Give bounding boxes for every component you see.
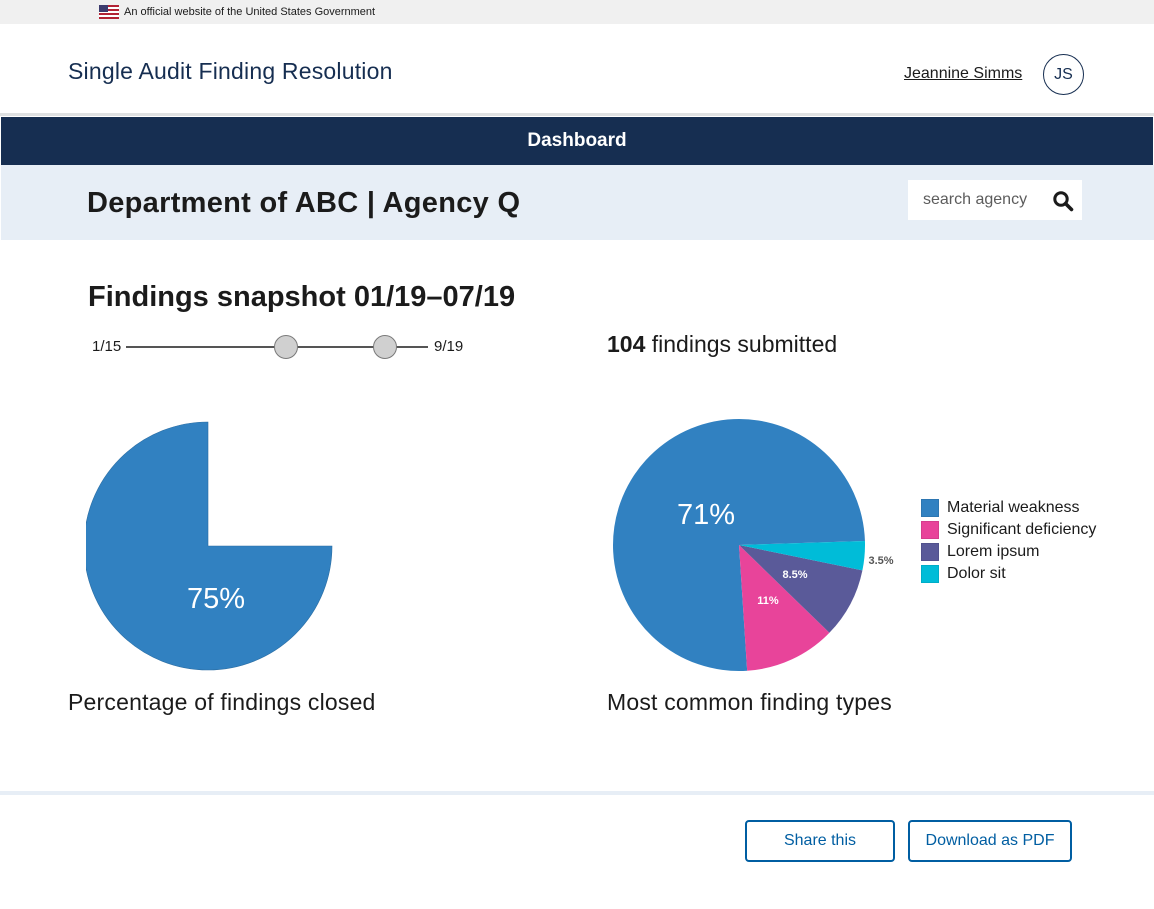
legend-item: Lorem ipsum xyxy=(921,541,1096,563)
finding-types-pie-chart: 71% 11% 8.5% 3.5% xyxy=(613,419,894,672)
nav-item-dashboard[interactable]: Dashboard xyxy=(527,130,626,152)
main-nav: Dashboard xyxy=(1,117,1153,165)
findings-closed-pie-chart: 75% xyxy=(86,421,333,671)
findings-submitted: 104 findings submitted xyxy=(607,331,837,358)
legend-label: Material weakness xyxy=(947,499,1080,516)
slider-min-label: 1/15 xyxy=(92,338,122,355)
agency-bar: Department of ABC | Agency Q xyxy=(1,165,1154,240)
gov-banner: An official website of the United States… xyxy=(0,0,1154,24)
pie-label-material-weakness: 71% xyxy=(677,499,735,531)
legend-swatch xyxy=(921,499,939,517)
legend-swatch xyxy=(921,543,939,561)
pie-label-dolor-sit: 3.5% xyxy=(868,555,893,567)
findings-closed-caption: Percentage of findings closed xyxy=(68,689,376,715)
slider-handle-end[interactable] xyxy=(373,335,397,359)
agency-title: Department of ABC | Agency Q xyxy=(87,187,521,219)
site-header: Single Audit Finding Resolution Jeannine… xyxy=(0,24,1154,116)
slider-handle-start[interactable] xyxy=(274,335,298,359)
legend-item: Significant deficiency xyxy=(921,519,1096,541)
findings-count-label: findings submitted xyxy=(645,331,838,357)
findings-count-value: 104 xyxy=(607,331,646,357)
agency-search xyxy=(908,180,1082,220)
snapshot-date-range: 01/19–07/19 xyxy=(353,281,516,313)
legend-label: Significant deficiency xyxy=(947,521,1097,538)
snapshot-title: Findings snapshot 01/19–07/19 xyxy=(88,281,515,314)
share-button[interactable]: Share this xyxy=(745,820,895,862)
us-flag-icon xyxy=(99,5,119,19)
gov-banner-text: An official website of the United States… xyxy=(124,6,376,18)
legend-swatch xyxy=(921,565,939,583)
legend-swatch xyxy=(921,521,939,539)
pie-label-closed: 75% xyxy=(187,583,245,615)
legend-item: Dolor sit xyxy=(921,563,1096,585)
legend-label: Lorem ipsum xyxy=(947,543,1040,560)
search-icon[interactable] xyxy=(1052,190,1074,212)
legend-label: Dolor sit xyxy=(947,565,1006,582)
pie-label-lorem-ipsum: 8.5% xyxy=(782,569,807,581)
agency-search-input[interactable] xyxy=(923,191,1053,209)
date-range-slider: 1/15 9/19 xyxy=(90,334,480,360)
user-avatar[interactable]: JS xyxy=(1043,54,1084,95)
finding-types-caption: Most common finding types xyxy=(607,689,892,715)
pie-label-significant-deficiency: 11% xyxy=(757,595,779,607)
site-title[interactable]: Single Audit Finding Resolution xyxy=(68,58,393,85)
legend-item: Material weakness xyxy=(921,497,1096,519)
pie-slice-closed xyxy=(86,421,333,671)
snapshot-title-bold: Findings snapshot xyxy=(88,281,346,313)
finding-types-legend: Material weakness Significant deficiency L… xyxy=(921,497,1096,585)
download-pdf-button[interactable]: Download as PDF xyxy=(908,820,1072,862)
footer-divider xyxy=(0,791,1154,795)
user-name-link[interactable]: Jeannine Simms xyxy=(904,65,1022,83)
slider-max-label: 9/19 xyxy=(434,338,464,355)
